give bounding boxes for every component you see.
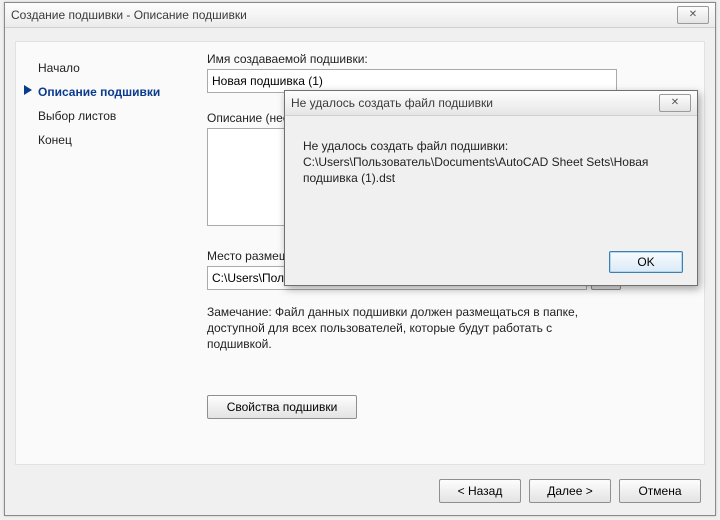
step-select-sheets[interactable]: Выбор листов [24, 104, 193, 128]
close-icon: ✕ [689, 10, 697, 20]
error-dialog: Не удалось создать файл подшивки ✕ Не уд… [284, 90, 698, 286]
error-dialog-footer: OK [609, 251, 683, 273]
sheetset-properties-button[interactable]: Свойства подшивки [207, 395, 357, 419]
error-message-path: C:\Users\Пользователь\Documents\AutoCAD … [303, 154, 679, 186]
wizard-steps: Начало Описание подшивки Выбор листов Ко… [16, 42, 201, 464]
step-start[interactable]: Начало [24, 56, 193, 80]
wizard-title: Создание подшивки - Описание подшивки [11, 8, 677, 22]
wizard-footer: < Назад Далее > Отмена [439, 479, 701, 503]
error-dialog-titlebar: Не удалось создать файл подшивки ✕ [285, 91, 697, 116]
error-dialog-body: Не удалось создать файл подшивки: C:\Use… [285, 116, 697, 187]
error-dialog-close-button[interactable]: ✕ [659, 94, 691, 112]
step-description[interactable]: Описание подшивки [24, 80, 193, 104]
cancel-button[interactable]: Отмена [619, 479, 701, 503]
back-button[interactable]: < Назад [439, 479, 521, 503]
wizard-close-button[interactable]: ✕ [677, 6, 709, 24]
error-dialog-title: Не удалось создать файл подшивки [291, 96, 659, 110]
ok-button[interactable]: OK [609, 251, 683, 273]
next-button[interactable]: Далее > [529, 479, 611, 503]
sheetset-note: Замечание: Файл данных подшивки должен р… [207, 304, 617, 353]
wizard-titlebar: Создание подшивки - Описание подшивки ✕ [5, 3, 715, 28]
step-finish[interactable]: Конец [24, 128, 193, 152]
close-icon: ✕ [671, 98, 679, 108]
sheetset-name-label: Имя создаваемой подшивки: [207, 52, 684, 66]
error-message-line1: Не удалось создать файл подшивки: [303, 138, 679, 154]
